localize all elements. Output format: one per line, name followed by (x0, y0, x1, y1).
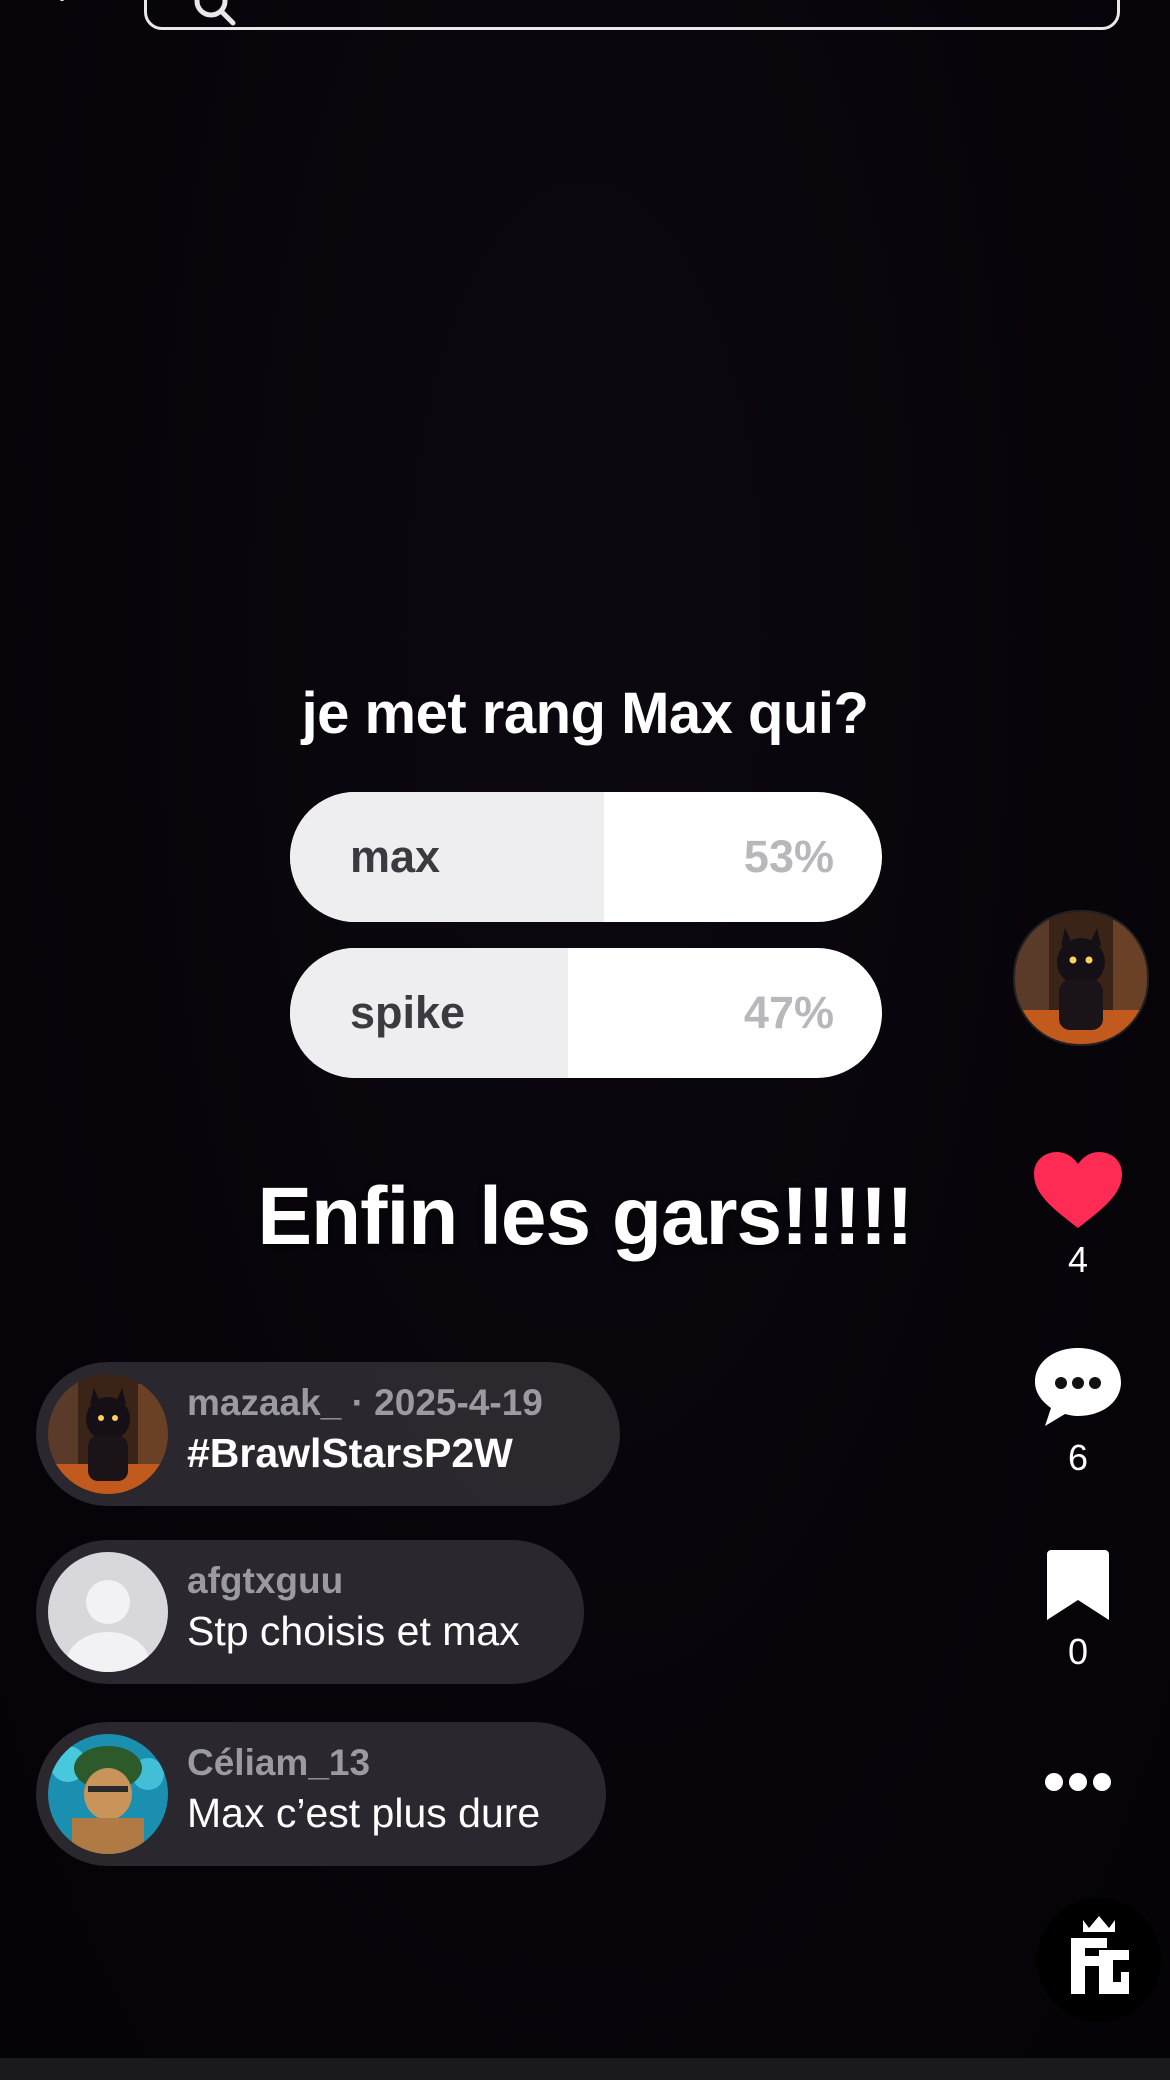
comment-text: Max c’est plus dure (187, 1790, 541, 1836)
avatar-image (48, 1734, 168, 1854)
avatar[interactable] (48, 1734, 168, 1854)
heart-icon (1034, 1152, 1122, 1228)
poll-option-spike[interactable]: spike 47% (290, 948, 882, 1078)
creator-avatar[interactable] (1013, 910, 1149, 1046)
top-bar (0, 0, 1170, 40)
comment-count: 6 (1067, 1437, 1089, 1478)
comment-button[interactable]: 6 (1030, 1346, 1126, 1479)
search-icon (194, 0, 236, 26)
avatar[interactable] (48, 1552, 168, 1672)
like-count: 4 (1067, 1239, 1089, 1280)
poll-question: je met rang Max qui? (301, 681, 869, 746)
poll-option-label: max (350, 831, 441, 882)
comment-text: #BrawlStarsP2W (187, 1430, 513, 1476)
comment-author: afgtxguu (187, 1560, 344, 1601)
avatar-image (48, 1374, 168, 1494)
poll-option-percent: 47% (743, 987, 834, 1038)
default-avatar-icon (48, 1552, 168, 1672)
back-arrow-icon (59, 0, 65, 1)
comment-bubble[interactable]: mazaak_ · 2025-4-19 #BrawlStarsP2W (36, 1362, 620, 1506)
bookmark-button[interactable]: 0 (1030, 1548, 1126, 1673)
bottom-bar (0, 2058, 1170, 2080)
poll-option-max[interactable]: max 53% (290, 792, 882, 922)
poll-option-label: spike (350, 987, 466, 1038)
more-dots-icon (1045, 1773, 1111, 1791)
comment-author: Céliam_13 (187, 1742, 371, 1783)
brand-logo-icon (1071, 1916, 1129, 1994)
avatar[interactable] (48, 1374, 168, 1494)
poll-option-percent: 53% (743, 831, 834, 882)
creator-avatar-image (1015, 912, 1147, 1044)
comment-text: Stp choisis et max (187, 1608, 520, 1654)
search-input[interactable] (144, 0, 1120, 30)
comment-bubble[interactable]: Céliam_13 Max c’est plus dure (36, 1722, 606, 1866)
bookmark-icon (1047, 1550, 1109, 1620)
more-button[interactable] (1030, 1770, 1126, 1799)
like-button[interactable]: 4 (1030, 1150, 1126, 1281)
video-caption: Enfin les gars!!!!! (257, 1171, 913, 1262)
poll-result-bar (290, 792, 604, 922)
comment-author: mazaak_ · 2025-4-19 (187, 1382, 543, 1423)
brand-logo-button[interactable] (1037, 1898, 1161, 2022)
comment-bubble-icon (1035, 1348, 1121, 1426)
bookmark-count: 0 (1067, 1631, 1089, 1672)
video-screen: je met rang Max qui? max 53% spike 47% E… (0, 0, 1170, 2080)
comment-bubble[interactable]: afgtxguu Stp choisis et max (36, 1540, 584, 1684)
back-button[interactable] (52, 0, 92, 6)
